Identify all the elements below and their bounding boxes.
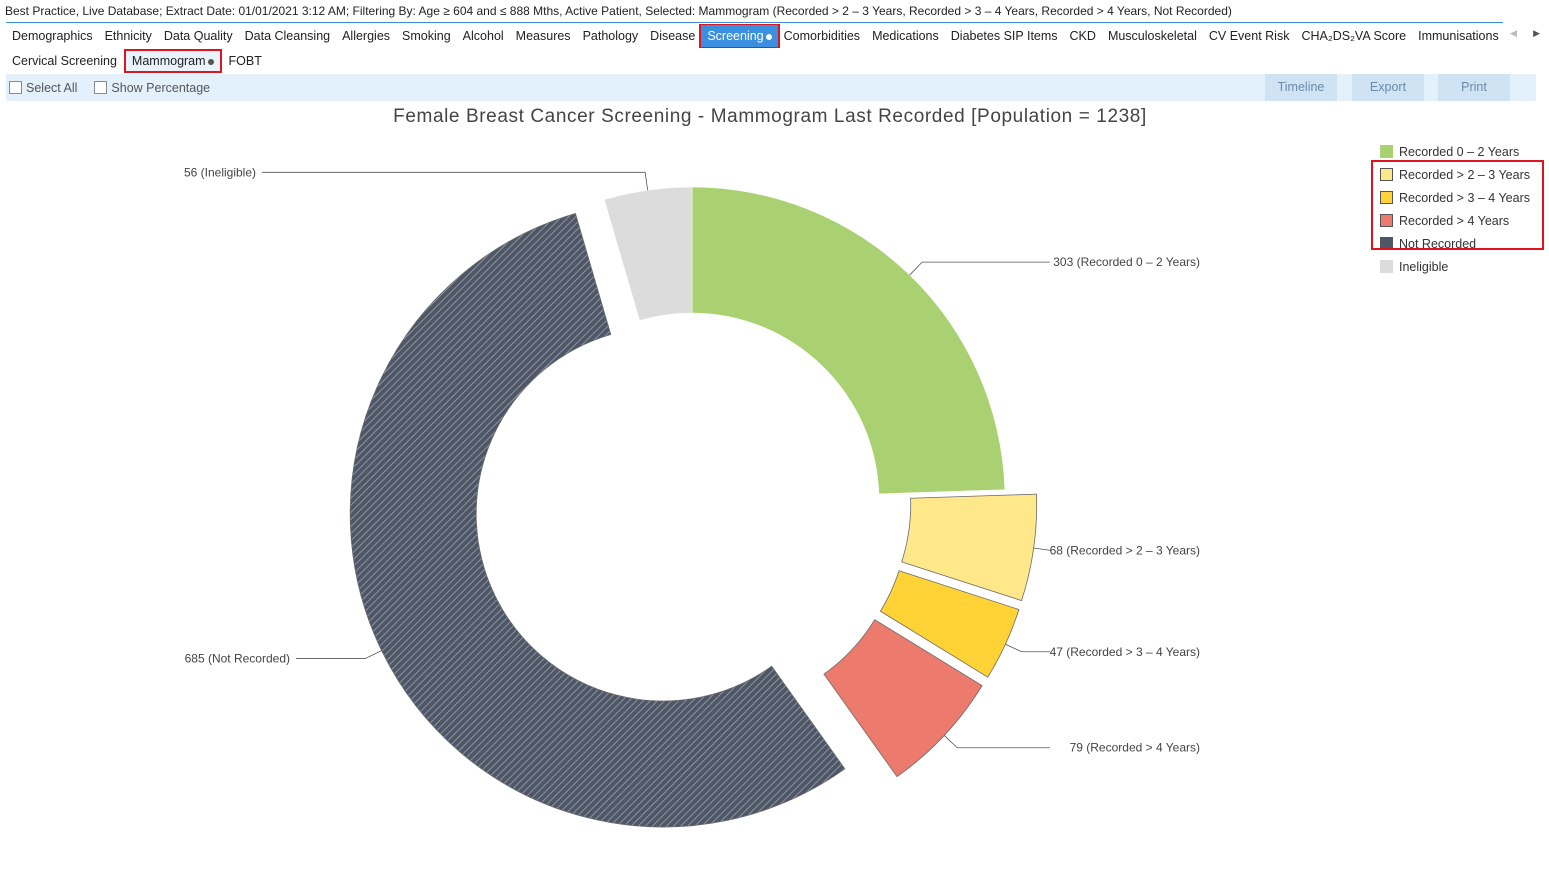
data-label: 68 (Recorded > 2 – 3 Years) xyxy=(1050,543,1200,557)
legend-swatch xyxy=(1380,145,1393,158)
leader-line xyxy=(1005,643,1050,653)
data-label: 47 (Recorded > 3 – 4 Years) xyxy=(1050,645,1200,659)
slice-ineligible[interactable] xyxy=(603,186,693,321)
legend-highlight-box xyxy=(1371,160,1544,250)
slice-recorded-0-2-years[interactable] xyxy=(691,186,1006,495)
leader-line xyxy=(296,650,382,659)
legend-label: Recorded 0 – 2 Years xyxy=(1399,144,1520,159)
leader-line xyxy=(943,735,1050,749)
data-label: 303 (Recorded 0 – 2 Years) xyxy=(1053,255,1200,269)
donut-chart: 303 (Recorded 0 – 2 Years) 68 (Recorded >… xyxy=(184,165,1200,828)
leader-line xyxy=(262,171,649,191)
data-label: 685 (Not Recorded) xyxy=(185,651,290,665)
legend-label: Ineligible xyxy=(1399,259,1449,274)
legend-swatch xyxy=(1380,260,1393,273)
legend-item-ineligible[interactable]: Ineligible xyxy=(1380,255,1530,278)
leader-line xyxy=(909,261,1050,276)
data-label: 79 (Recorded > 4 Years) xyxy=(1070,741,1200,755)
data-label: 56 (Ineligible) xyxy=(184,165,256,179)
